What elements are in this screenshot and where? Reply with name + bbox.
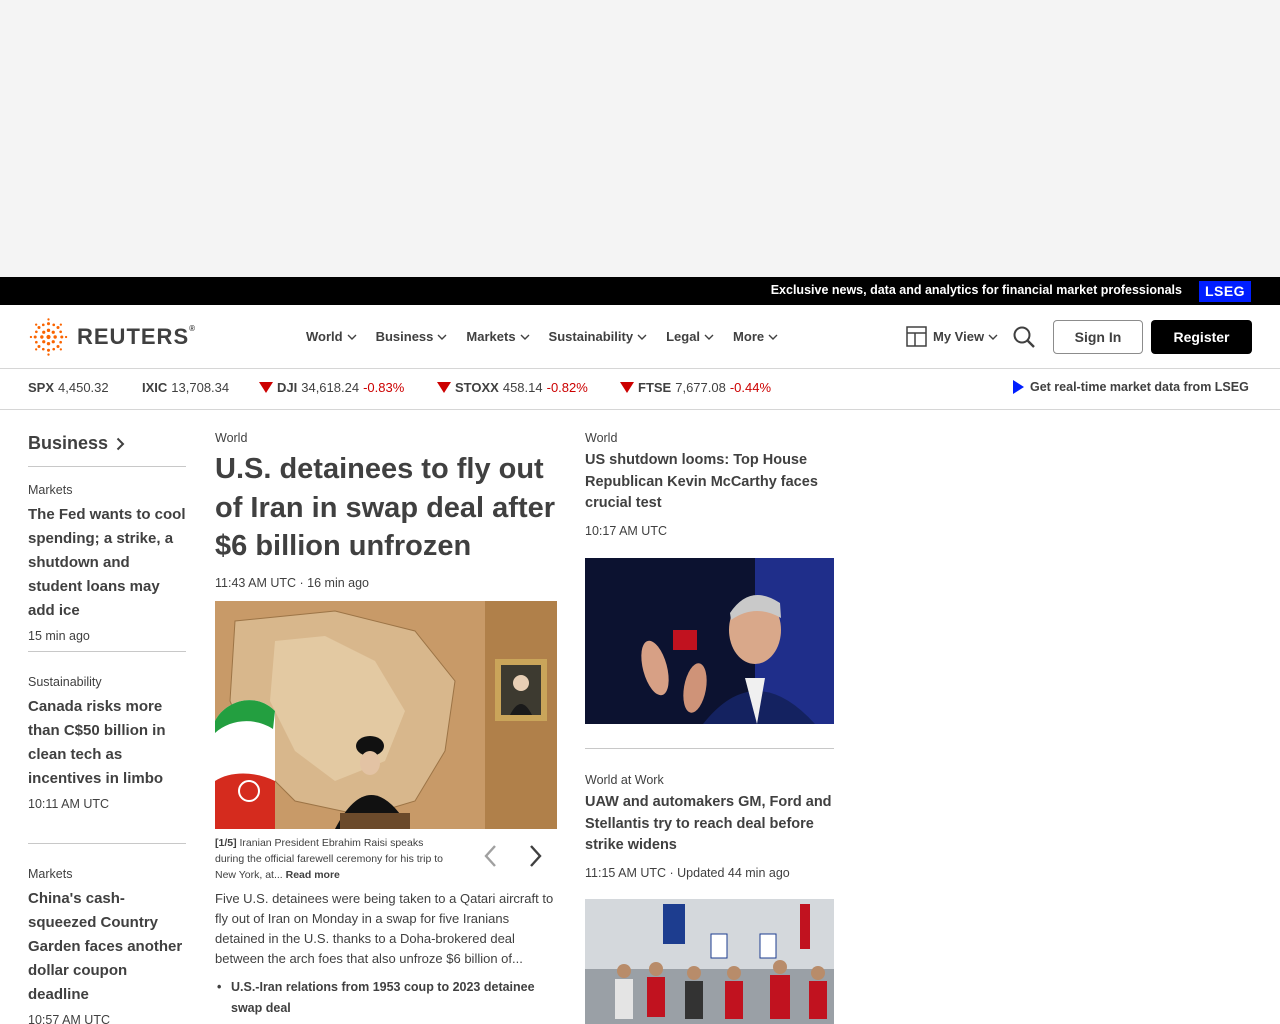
layout-icon: [906, 326, 927, 347]
story-kicker[interactable]: World at Work: [585, 773, 664, 787]
nav-more[interactable]: More: [733, 329, 778, 344]
reuters-logo[interactable]: REUTERS®: [28, 318, 196, 356]
left-story: Markets The Fed wants to cool spending; …: [28, 483, 186, 643]
nav-world[interactable]: World: [306, 329, 357, 344]
promo-text[interactable]: Exclusive news, data and analytics for f…: [771, 283, 1182, 297]
down-arrow-icon: [259, 382, 273, 393]
register-button[interactable]: Register: [1151, 320, 1252, 354]
related-story-link[interactable]: U.S.-Iran relations from 1953 coup to 20…: [215, 977, 555, 1019]
chevron-right-icon: [116, 437, 125, 450]
chevron-down-icon: [347, 334, 357, 340]
photo-caption: [1/5] Iranian President Ebrahim Raisi sp…: [215, 837, 443, 881]
story-photo[interactable]: [585, 558, 834, 724]
chevron-down-icon: [704, 334, 714, 340]
play-icon: [1013, 380, 1024, 394]
main-story-photo[interactable]: [215, 601, 557, 829]
reuters-logo-icon: [29, 318, 68, 356]
nav-business[interactable]: Business: [376, 329, 448, 344]
story-kicker[interactable]: Sustainability: [28, 675, 186, 689]
chevron-down-icon: [437, 334, 447, 340]
story-time: 10:11 AM UTC: [28, 797, 110, 811]
divider: [28, 466, 186, 467]
photo-mccarthy: [585, 558, 834, 724]
main-story-summary: Five U.S. detainees were being taken to …: [215, 891, 554, 966]
next-arrow-icon[interactable]: [523, 843, 547, 869]
story-photo[interactable]: [585, 899, 834, 1024]
nav-legal[interactable]: Legal: [666, 329, 714, 344]
chevron-down-icon: [520, 334, 530, 340]
lseg-market-data-link[interactable]: Get real-time market data from LSEG: [1013, 380, 1249, 394]
down-arrow-icon: [437, 382, 451, 393]
photo-uaw-strike: [585, 899, 834, 1024]
divider: [585, 748, 834, 749]
search-icon[interactable]: [1012, 325, 1036, 349]
story-kicker[interactable]: Markets: [28, 867, 186, 881]
photo-iran-map: [215, 601, 557, 829]
reuters-wordmark: REUTERS®: [77, 324, 197, 349]
ad-placeholder: [0, 0, 1280, 277]
divider: [28, 651, 186, 652]
market-ticker: SPX 4,450.32 IXIC 13,708.34 DJI 34,618.24 -0…: [0, 370, 1280, 410]
ticker-stoxx[interactable]: STOXX 458.14 -0.82%: [437, 380, 588, 395]
story-time: 10:17 AM UTC: [585, 524, 667, 538]
story-time: 10:57 AM UTC: [28, 1013, 110, 1024]
main-nav: World Business Markets Sustainability Le…: [306, 329, 797, 344]
lseg-badge[interactable]: LSEG: [1199, 281, 1251, 302]
main-story-time: 11:43 AM UTC · 16 min ago: [215, 576, 370, 590]
ticker-dji[interactable]: DJI 34,618.24 -0.83%: [259, 380, 404, 395]
story-time: 11:15 AM UTC · Updated 44 min ago: [585, 866, 790, 880]
nav-markets[interactable]: Markets: [466, 329, 530, 344]
my-view-menu[interactable]: My View: [906, 326, 998, 347]
section-title-business[interactable]: Business: [28, 433, 125, 454]
main-story-kicker[interactable]: World: [215, 431, 247, 445]
divider: [28, 843, 186, 844]
story-headline[interactable]: US shutdown looms: Top House Republican …: [585, 450, 835, 515]
story-headline[interactable]: Canada risks more than C$50 billion in c…: [28, 695, 186, 791]
down-arrow-icon: [620, 382, 634, 393]
story-headline[interactable]: China's cash-squeezed Country Garden fac…: [28, 887, 186, 1007]
story-time: 15 min ago: [28, 629, 90, 643]
chevron-down-icon: [768, 334, 778, 340]
chevron-down-icon: [637, 334, 647, 340]
nav-sustainability[interactable]: Sustainability: [549, 329, 648, 344]
previous-arrow-icon[interactable]: [479, 843, 503, 869]
left-story: Sustainability Canada risks more than C$…: [28, 675, 186, 811]
ticker-ixic[interactable]: IXIC 13,708.34: [142, 380, 229, 395]
story-kicker[interactable]: World: [585, 431, 617, 445]
ticker-ftse[interactable]: FTSE 7,677.08 -0.44%: [620, 380, 771, 395]
site-header: REUTERS® World Business Markets Sustaina…: [0, 305, 1280, 369]
chevron-down-icon: [988, 334, 998, 340]
story-headline[interactable]: UAW and automakers GM, Ford and Stellant…: [585, 792, 835, 857]
promo-bar[interactable]: Exclusive news, data and analytics for f…: [0, 277, 1280, 305]
story-kicker[interactable]: Markets: [28, 483, 186, 497]
ticker-spx[interactable]: SPX 4,450.32: [28, 380, 109, 395]
read-more-link[interactable]: Read more: [286, 869, 340, 881]
main-story-headline[interactable]: U.S. detainees to fly out of Iran in swa…: [215, 450, 560, 566]
story-headline[interactable]: The Fed wants to cool spending; a strike…: [28, 503, 186, 623]
left-story: Markets China's cash-squeezed Country Ga…: [28, 867, 186, 1024]
sign-in-button[interactable]: Sign In: [1053, 320, 1143, 354]
